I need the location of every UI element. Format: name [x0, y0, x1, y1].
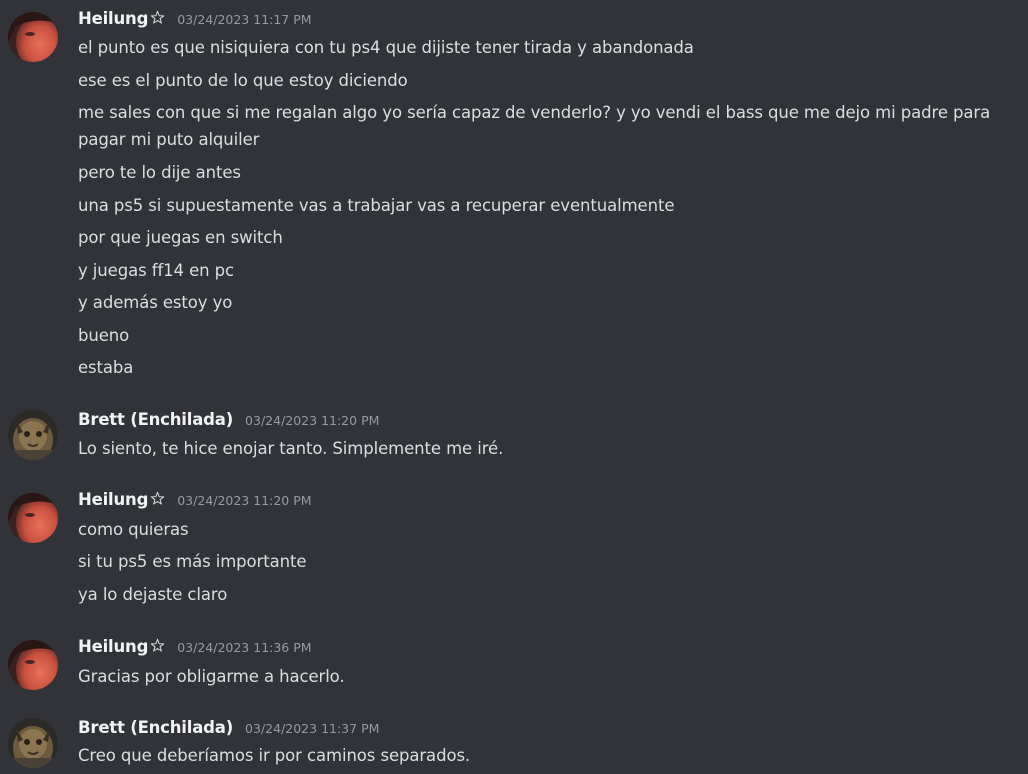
- message-header: Heilung 03/24/2023 11:36 PM: [78, 637, 312, 661]
- avatar[interactable]: [8, 718, 58, 768]
- message-text: ya lo dejaste claro: [78, 585, 228, 604]
- message-text: Gracias por obligarme a hacerlo.: [78, 667, 345, 686]
- username[interactable]: Heilung: [78, 637, 148, 656]
- message-text: bueno: [78, 326, 130, 345]
- chat-messages: Heilung 03/24/2023 11:17 PM el punto es …: [0, 0, 1028, 774]
- username[interactable]: Brett (Enchilada): [78, 718, 233, 737]
- message-header: Heilung 03/24/2023 11:20 PM: [78, 490, 312, 514]
- message-text: Creo que deberíamos ir por caminos separ…: [78, 746, 471, 765]
- message-text: como quieras: [78, 520, 189, 539]
- username[interactable]: Brett (Enchilada): [78, 410, 233, 429]
- message-text: y juegas ff14 en pc: [78, 261, 234, 280]
- pentagram-star-icon: [150, 10, 165, 25]
- message-text: estaba: [78, 358, 134, 377]
- message-text: una ps5 si supuestamente vas a trabajar …: [78, 196, 675, 215]
- message-text: ese es el punto de lo que estoy diciendo: [78, 71, 408, 90]
- avatar[interactable]: [8, 410, 58, 460]
- timestamp[interactable]: 03/24/2023 11:36 PM: [177, 640, 311, 655]
- avatar[interactable]: [8, 493, 58, 543]
- timestamp[interactable]: 03/24/2023 11:37 PM: [245, 721, 379, 736]
- timestamp[interactable]: 03/24/2023 11:20 PM: [177, 493, 311, 508]
- message-text: y además estoy yo: [78, 293, 233, 312]
- avatar[interactable]: [8, 640, 58, 690]
- message-text: si tu ps5 es más importante: [78, 552, 307, 571]
- message-text: pagar mi puto alquiler: [78, 130, 260, 149]
- message-text: por que juegas en switch: [78, 228, 283, 247]
- username[interactable]: Heilung: [78, 9, 148, 28]
- message-header: Brett (Enchilada) 03/24/2023 11:20 PM: [78, 410, 379, 434]
- message-text: Lo siento, te hice enojar tanto. Simplem…: [78, 439, 504, 458]
- timestamp[interactable]: 03/24/2023 11:20 PM: [245, 413, 379, 428]
- pentagram-star-icon: [150, 638, 165, 653]
- message-header: Heilung 03/24/2023 11:17 PM: [78, 9, 312, 33]
- avatar[interactable]: [8, 12, 58, 62]
- message-text: me sales con que si me regalan algo yo s…: [78, 103, 991, 122]
- pentagram-star-icon: [150, 491, 165, 506]
- timestamp[interactable]: 03/24/2023 11:17 PM: [177, 12, 311, 27]
- message-text: pero te lo dije antes: [78, 163, 241, 182]
- username[interactable]: Heilung: [78, 490, 148, 509]
- message-text: el punto es que nisiquiera con tu ps4 qu…: [78, 38, 694, 57]
- message-header: Brett (Enchilada) 03/24/2023 11:37 PM: [78, 718, 379, 742]
